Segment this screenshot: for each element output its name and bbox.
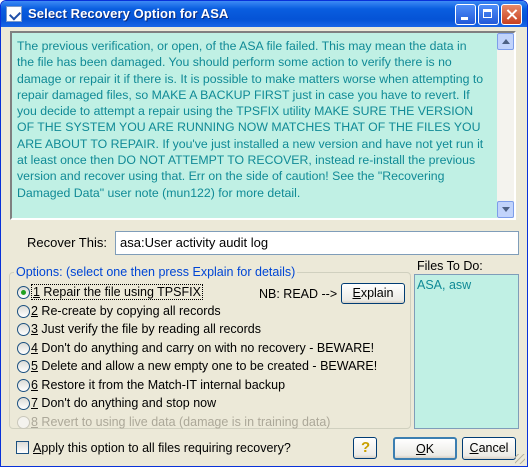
option-label[interactable]: 6 Restore it from the Match-IT internal … bbox=[31, 378, 285, 392]
list-item[interactable]: ASA, asw bbox=[417, 278, 471, 292]
ok-accelerator: O bbox=[415, 442, 426, 456]
cancel-button[interactable]: Cancel bbox=[462, 437, 516, 460]
option-label[interactable]: 3 Just verify the file by reading all re… bbox=[31, 322, 261, 336]
option-label: 8 Revert to using live data (damage is i… bbox=[31, 415, 330, 429]
option-key: 4 bbox=[31, 340, 38, 355]
minimize-button[interactable] bbox=[455, 4, 476, 25]
option-text: Delete and allow a new empty one to be c… bbox=[37, 359, 378, 373]
explain-accelerator: E bbox=[352, 286, 361, 300]
option-label[interactable]: 1 Repair the file using TPSFIX bbox=[31, 284, 203, 300]
cancel-label: ancel bbox=[478, 441, 509, 455]
scroll-up-icon[interactable] bbox=[497, 33, 514, 50]
maximize-button[interactable] bbox=[478, 4, 499, 25]
option-label[interactable]: 7 Don't do anything and stop now bbox=[31, 396, 216, 410]
option-label[interactable]: 4 Don't do anything and carry on with no… bbox=[31, 341, 374, 355]
option-key: 5 bbox=[31, 359, 38, 373]
apply-label-text: pply this option to all files requiring … bbox=[41, 441, 291, 455]
option-text: Restore it from the Match-IT internal ba… bbox=[37, 377, 286, 392]
files-to-do-list[interactable]: ASA, asw bbox=[414, 274, 519, 429]
message-box[interactable]: The previous verification, or open, of t… bbox=[10, 31, 516, 220]
close-button[interactable] bbox=[501, 4, 522, 25]
app-check-icon bbox=[6, 6, 22, 22]
apply-to-all-checkbox[interactable] bbox=[16, 441, 29, 454]
radio-button[interactable] bbox=[17, 360, 30, 373]
explain-label: xplain bbox=[360, 286, 394, 300]
message-scrollbar[interactable] bbox=[497, 33, 514, 218]
help-button[interactable] bbox=[353, 437, 377, 459]
radio-button[interactable] bbox=[17, 323, 30, 336]
radio-button[interactable] bbox=[17, 378, 30, 392]
option-text: Repair the file using TPSFIX bbox=[39, 285, 201, 299]
option-text: Revert to using live data (damage is in … bbox=[37, 414, 331, 429]
scroll-down-icon[interactable] bbox=[497, 201, 514, 218]
message-text: The previous verification, or open, of t… bbox=[17, 39, 484, 200]
window-title: Select Recovery Option for ASA bbox=[28, 6, 229, 21]
radio-button bbox=[17, 415, 30, 429]
option-text: Don't do anything and stop now bbox=[37, 396, 217, 410]
recover-this-field[interactable]: asa:User activity audit log bbox=[115, 231, 519, 255]
title-bar[interactable]: Select Recovery Option for ASA bbox=[1, 1, 527, 27]
recover-this-label: Recover This: bbox=[27, 235, 107, 250]
radio-button[interactable] bbox=[17, 341, 30, 355]
files-to-do-label: Files To Do: bbox=[417, 259, 483, 273]
option-key: 1 bbox=[33, 285, 40, 299]
option-key: 3 bbox=[31, 322, 38, 336]
apply-to-all-label[interactable]: Apply this option to all files requiring… bbox=[33, 441, 291, 455]
radio-button[interactable] bbox=[17, 286, 30, 299]
option-key: 7 bbox=[31, 396, 38, 410]
option-key: 6 bbox=[31, 377, 38, 392]
resize-grip-icon[interactable] bbox=[515, 454, 525, 464]
nb-read-label: NB: READ --> bbox=[259, 287, 338, 301]
ok-button[interactable]: OK bbox=[393, 437, 457, 460]
option-label[interactable]: 5 Delete and allow a new empty one to be… bbox=[31, 359, 377, 373]
radio-button[interactable] bbox=[17, 397, 30, 410]
cancel-accelerator: C bbox=[469, 441, 479, 455]
option-key: 8 bbox=[31, 414, 38, 429]
option-key: 2 bbox=[31, 303, 38, 318]
option-text: Re-create by copying all records bbox=[37, 303, 221, 318]
option-label[interactable]: 2 Re-create by copying all records bbox=[31, 304, 221, 318]
recovery-dialog: Select Recovery Option for ASA The previ… bbox=[0, 0, 528, 467]
ok-label: K bbox=[425, 442, 435, 456]
option-text: Don't do anything and carry on with no r… bbox=[37, 340, 375, 355]
options-group-title: Options: (select one then press Explain … bbox=[14, 265, 298, 279]
radio-button[interactable] bbox=[17, 304, 30, 318]
option-text: Just verify the file by reading all reco… bbox=[37, 322, 261, 336]
explain-button[interactable]: Explain bbox=[341, 283, 405, 304]
